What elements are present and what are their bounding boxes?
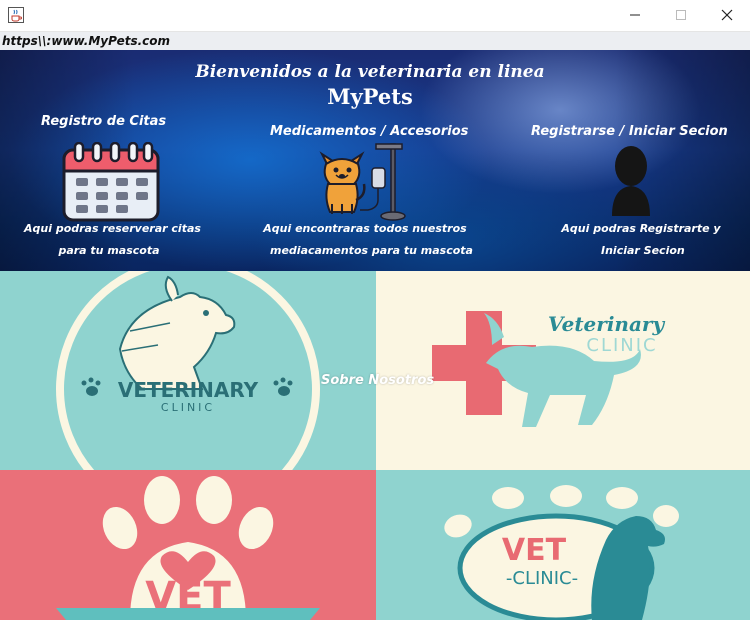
- veterinary-clinic-logo-panel: VETERINARY CLINIC: [0, 271, 376, 470]
- about-us-link[interactable]: Sobre Nosotros: [321, 373, 434, 388]
- tile4-main-text: VET: [502, 533, 567, 568]
- header-banner: Bienvenidos a la veterinaria en linea My…: [0, 50, 750, 271]
- url-label: https\\:www.MyPets.com: [2, 34, 171, 48]
- citas-heading[interactable]: Registro de Citas: [41, 114, 166, 129]
- citas-desc-line1: Aqui podras reserverar citas: [24, 222, 201, 235]
- brand-title: MyPets: [327, 84, 413, 109]
- medicamentos-desc-line1: Aqui encontraras todos nuestros: [263, 222, 467, 235]
- maximize-button[interactable]: [658, 0, 704, 31]
- minimize-icon: [629, 6, 641, 25]
- vet-clinic-dog-logo-panel: VET -CLINIC-: [376, 470, 750, 620]
- close-icon: [721, 6, 733, 25]
- tile2-sub-text: CLINIC: [586, 335, 657, 356]
- calendar-icon[interactable]: [62, 141, 160, 226]
- registro-desc-line2: Iniciar Secion: [601, 244, 685, 257]
- vet-paw-logo-panel: VET: [0, 470, 376, 620]
- citas-desc-line2: para tu mascota: [58, 244, 160, 257]
- window-titlebar: [0, 0, 750, 32]
- registro-heading[interactable]: Registrarse / Iniciar Secion: [531, 124, 728, 139]
- url-bar: https\\:www.MyPets.com: [0, 32, 750, 50]
- tile1-main-text: VETERINARY: [118, 378, 259, 402]
- dog-silhouette-icon: [486, 345, 641, 427]
- tile2-main-text: Veterinary: [548, 312, 666, 336]
- tile4-sub-text: -CLINIC-: [506, 568, 578, 589]
- medicamentos-heading[interactable]: Medicamentos / Accesorios: [270, 124, 468, 139]
- citas-description: Aqui podras reserverar citas para tu mas…: [24, 218, 201, 262]
- maximize-icon: [675, 6, 687, 25]
- tile1-sub-text: CLINIC: [161, 401, 215, 414]
- close-button[interactable]: [704, 0, 750, 31]
- veterinary-cross-logo-panel: Veterinary CLINIC: [376, 271, 750, 470]
- registro-description: Aqui podras Registrarte y Iniciar Secion: [556, 218, 726, 262]
- medicamentos-description: Aqui encontraras todos nuestros mediacam…: [260, 218, 473, 262]
- minimize-button[interactable]: [612, 0, 658, 31]
- dog-iv-drip-icon[interactable]: [316, 142, 408, 226]
- welcome-title: Bienvenidos a la veterinaria en linea: [195, 62, 545, 82]
- user-silhouette-icon[interactable]: [610, 144, 652, 222]
- java-coffee-icon: [8, 7, 24, 23]
- registro-desc-line1: Aqui podras Registrarte y: [561, 222, 721, 235]
- medicamentos-desc-line2: mediacamentos para tu mascota: [270, 244, 473, 257]
